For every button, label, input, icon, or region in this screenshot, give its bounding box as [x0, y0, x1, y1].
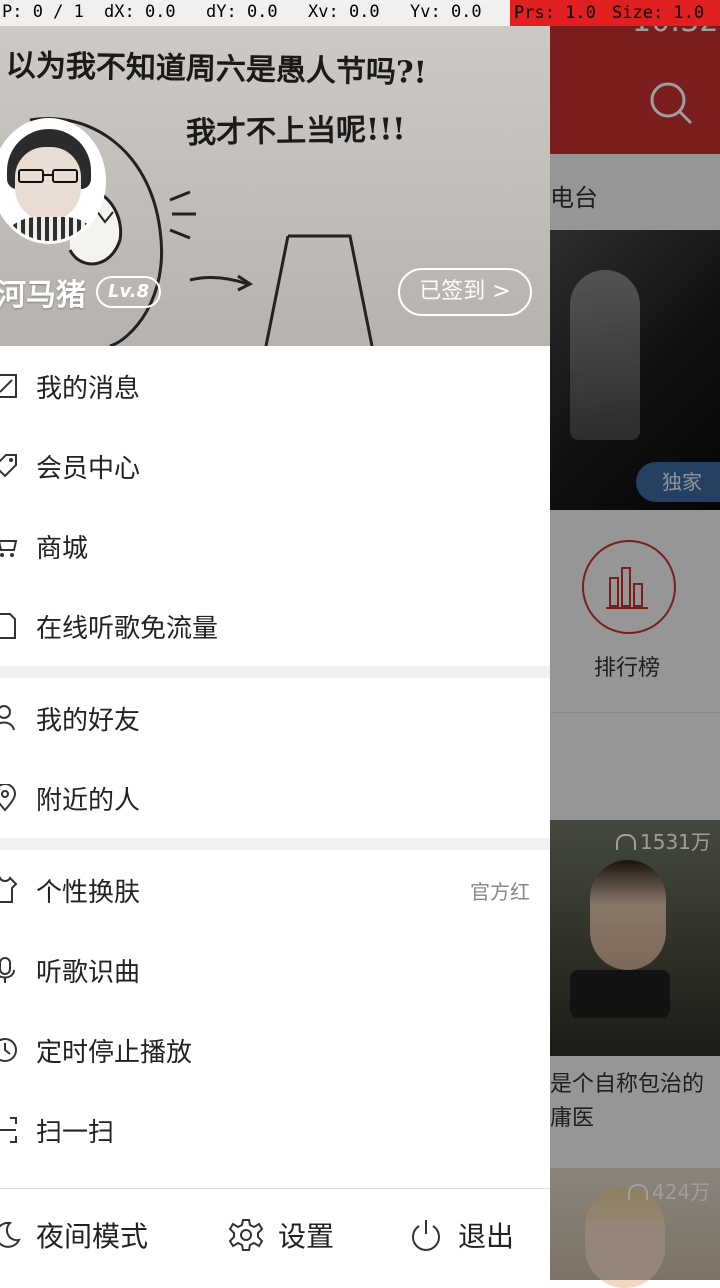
- debug-size: Size: 1.0: [608, 0, 720, 26]
- logout-button[interactable]: 退出: [408, 1189, 514, 1280]
- menu-item-label: 会员中心: [36, 453, 141, 484]
- menu-item-skin[interactable]: 个性换肤 官方红: [0, 850, 550, 930]
- gear-icon: [228, 1219, 264, 1251]
- drawer-footer: 夜间模式 设置 退出: [0, 1188, 550, 1280]
- menu-item-messages[interactable]: 我的消息: [0, 346, 550, 426]
- menu-item-song-recognition[interactable]: 听歌识曲: [0, 930, 550, 1010]
- debug-dy: dY: 0.0: [206, 2, 278, 22]
- menu-item-label: 定时停止播放: [36, 1037, 193, 1068]
- drawer-scrim[interactable]: [550, 0, 720, 1280]
- profile-header[interactable]: 以为我不知道周六是愚人节吗?! 我才不上当呢!!! 河马猪 Lv.8 已签到 >: [0, 0, 550, 346]
- pointer-debug-overlay: P: 0 / 1 dX: 0.0 dY: 0.0 Xv: 0.0 Yv: 0.0…: [0, 0, 720, 26]
- section-divider: [0, 838, 550, 850]
- vip-tag-icon: [0, 454, 17, 478]
- night-mode-label: 夜间模式: [36, 1220, 149, 1253]
- section-divider: [0, 666, 550, 678]
- current-skin-value: 官方红: [470, 879, 530, 904]
- menu-item-scan[interactable]: 扫一扫: [0, 1090, 550, 1170]
- menu-item-label: 个性换肤: [36, 877, 141, 908]
- menu-item-label: 我的消息: [36, 373, 141, 404]
- doodle-text: 以为我不知道周六是愚人节吗?!: [5, 48, 427, 91]
- debug-yv: Yv: 0.0: [410, 2, 482, 22]
- menu-item-free-data[interactable]: 在线听歌免流量: [0, 586, 550, 666]
- message-icon: [0, 374, 17, 398]
- night-mode-button[interactable]: 夜间模式: [0, 1189, 148, 1280]
- mic-icon: [0, 957, 15, 983]
- location-icon: [0, 784, 17, 812]
- menu-item-label: 附近的人: [36, 785, 141, 816]
- username[interactable]: 河马猪: [0, 270, 86, 314]
- clock-icon: [0, 1038, 17, 1062]
- menu-item-vip-center[interactable]: 会员中心: [0, 426, 550, 506]
- scan-icon: [0, 1117, 17, 1143]
- debug-pointer: P: 0 / 1: [2, 2, 84, 22]
- menu-item-label: 听歌识曲: [36, 957, 141, 988]
- drawer-menu: 我的消息 会员中心 商城 在线听歌免流量 我的好友 附近的人 个性换肤 官方红: [0, 346, 550, 1170]
- menu-item-friends[interactable]: 我的好友: [0, 678, 550, 758]
- settings-button[interactable]: 设置: [228, 1189, 334, 1280]
- sim-card-icon: [0, 613, 16, 639]
- power-icon: [412, 1220, 440, 1251]
- settings-label: 设置: [278, 1220, 335, 1253]
- level-badge: Lv.8: [96, 276, 162, 308]
- debug-dx: dX: 0.0: [104, 2, 176, 22]
- doodle-text: 我才不上当呢!!!: [185, 112, 406, 151]
- shirt-icon: [0, 876, 18, 903]
- debug-pressure: Prs: 1.0: [510, 0, 610, 26]
- menu-item-store[interactable]: 商城: [0, 506, 550, 586]
- checkin-button[interactable]: 已签到 >: [398, 268, 532, 316]
- menu-item-label: 扫一扫: [36, 1117, 115, 1148]
- menu-item-label: 商城: [36, 533, 89, 564]
- cart-icon: [0, 540, 18, 557]
- friends-icon: [0, 705, 15, 731]
- menu-item-nearby[interactable]: 附近的人: [0, 758, 550, 838]
- menu-item-sleep-timer[interactable]: 定时停止播放: [0, 1010, 550, 1090]
- moon-icon: [0, 1221, 21, 1248]
- logout-label: 退出: [458, 1220, 515, 1253]
- navigation-drawer: 以为我不知道周六是愚人节吗?! 我才不上当呢!!! 河马猪 Lv.8 已签到 >…: [0, 0, 550, 1280]
- avatar[interactable]: [0, 118, 106, 244]
- menu-item-label: 在线听歌免流量: [36, 613, 219, 644]
- debug-xv: Xv: 0.0: [308, 2, 380, 22]
- menu-item-label: 我的好友: [36, 705, 141, 736]
